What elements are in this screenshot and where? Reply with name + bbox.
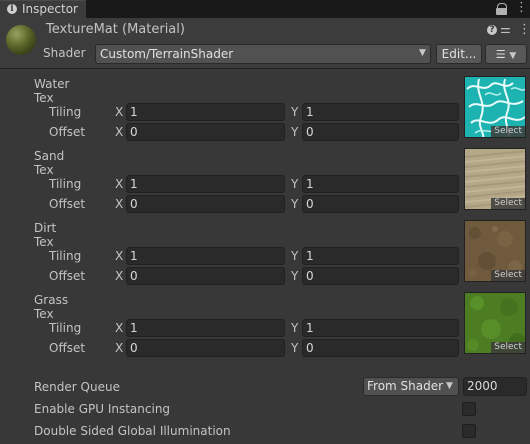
x-label: X	[115, 321, 124, 335]
double-sided-gi-label: Double Sided Global Illumination	[34, 424, 231, 438]
help-icon[interactable]: ?	[487, 25, 497, 35]
y-label: Y	[291, 105, 299, 119]
select-texture-button[interactable]: Select	[491, 342, 525, 353]
texture-thumbnail-water[interactable]: Select	[464, 76, 526, 138]
caret-down-icon: ▼	[446, 381, 453, 391]
x-label: X	[115, 249, 124, 263]
gpu-instancing-checkbox[interactable]	[462, 402, 476, 416]
kebab-menu-icon[interactable]: ⋮	[518, 22, 530, 37]
shader-label: Shader	[43, 46, 86, 60]
x-label: X	[115, 105, 124, 119]
offset-x-field[interactable]: 0	[126, 195, 285, 213]
y-label: Y	[291, 197, 299, 211]
tab-inspector[interactable]: i Inspector	[0, 0, 86, 18]
tiling-x-field[interactable]: 1	[126, 175, 285, 193]
list-icon: ☰	[495, 48, 506, 61]
caret-down-icon: ▼	[509, 51, 517, 61]
offset-y-field[interactable]: 0	[302, 123, 459, 141]
offset-label: Offset	[49, 197, 86, 211]
offset-y-field[interactable]: 0	[302, 267, 459, 285]
offset-x-field[interactable]: 0	[126, 123, 285, 141]
y-label: Y	[291, 249, 299, 263]
render-queue-label: Render Queue	[34, 380, 120, 394]
header-divider	[0, 68, 530, 69]
x-label: X	[115, 341, 124, 355]
select-texture-button[interactable]: Select	[491, 126, 525, 137]
offset-x-field[interactable]: 0	[126, 339, 285, 357]
texture-label: Sand Tex	[34, 149, 65, 177]
render-queue-dropdown[interactable]: From Shader ▼	[363, 377, 459, 396]
tiling-label: Tiling	[49, 177, 82, 191]
tiling-x-field[interactable]: 1	[126, 103, 285, 121]
tiling-label: Tiling	[49, 321, 82, 335]
texture-thumbnail-sand[interactable]: Select	[464, 148, 526, 210]
tiling-y-field[interactable]: 1	[302, 319, 459, 337]
offset-x-field[interactable]: 0	[126, 267, 285, 285]
y-label: Y	[291, 125, 299, 139]
x-label: X	[115, 177, 124, 191]
offset-label: Offset	[49, 269, 86, 283]
double-sided-gi-checkbox[interactable]	[462, 424, 476, 438]
offset-label: Offset	[49, 341, 86, 355]
kebab-menu-icon[interactable]: ⋮	[515, 0, 528, 16]
tiling-y-field[interactable]: 1	[302, 247, 459, 265]
caret-down-icon: ▼	[419, 48, 426, 58]
texture-label: Grass Tex	[34, 293, 69, 321]
texture-label: Water Tex	[34, 77, 70, 105]
list-dropdown-button[interactable]: ☰ ▼	[485, 44, 527, 64]
material-title: TextureMat (Material)	[46, 22, 185, 37]
select-texture-button[interactable]: Select	[491, 270, 525, 281]
y-label: Y	[291, 177, 299, 191]
render-queue-field[interactable]: 2000	[463, 377, 527, 396]
render-queue-mode: From Shader	[367, 379, 444, 393]
y-label: Y	[291, 269, 299, 283]
texture-label: Dirt Tex	[34, 221, 57, 249]
y-label: Y	[291, 341, 299, 355]
shader-dropdown[interactable]: Custom/TerrainShader ▼	[95, 44, 431, 64]
x-label: X	[115, 197, 124, 211]
tiling-y-field[interactable]: 1	[302, 175, 459, 193]
tab-label: Inspector	[22, 2, 78, 16]
shader-value: Custom/TerrainShader	[100, 47, 234, 61]
tiling-y-field[interactable]: 1	[302, 103, 459, 121]
edit-shader-button[interactable]: Edit...	[436, 44, 482, 64]
tiling-label: Tiling	[49, 105, 82, 119]
x-label: X	[115, 269, 124, 283]
tiling-x-field[interactable]: 1	[126, 319, 285, 337]
gpu-instancing-label: Enable GPU Instancing	[34, 402, 171, 416]
lock-icon-body[interactable]	[496, 8, 507, 15]
offset-y-field[interactable]: 0	[302, 339, 459, 357]
sliders-icon[interactable]: ⚌	[500, 22, 511, 36]
y-label: Y	[291, 321, 299, 335]
offset-label: Offset	[49, 125, 86, 139]
tiling-x-field[interactable]: 1	[126, 247, 285, 265]
texture-thumbnail-grass[interactable]: Select	[464, 292, 526, 354]
tiling-label: Tiling	[49, 249, 82, 263]
info-icon: i	[7, 4, 17, 14]
select-texture-button[interactable]: Select	[491, 198, 525, 209]
offset-y-field[interactable]: 0	[302, 195, 459, 213]
material-sphere-icon	[6, 25, 36, 55]
x-label: X	[115, 125, 124, 139]
texture-thumbnail-dirt[interactable]: Select	[464, 220, 526, 282]
